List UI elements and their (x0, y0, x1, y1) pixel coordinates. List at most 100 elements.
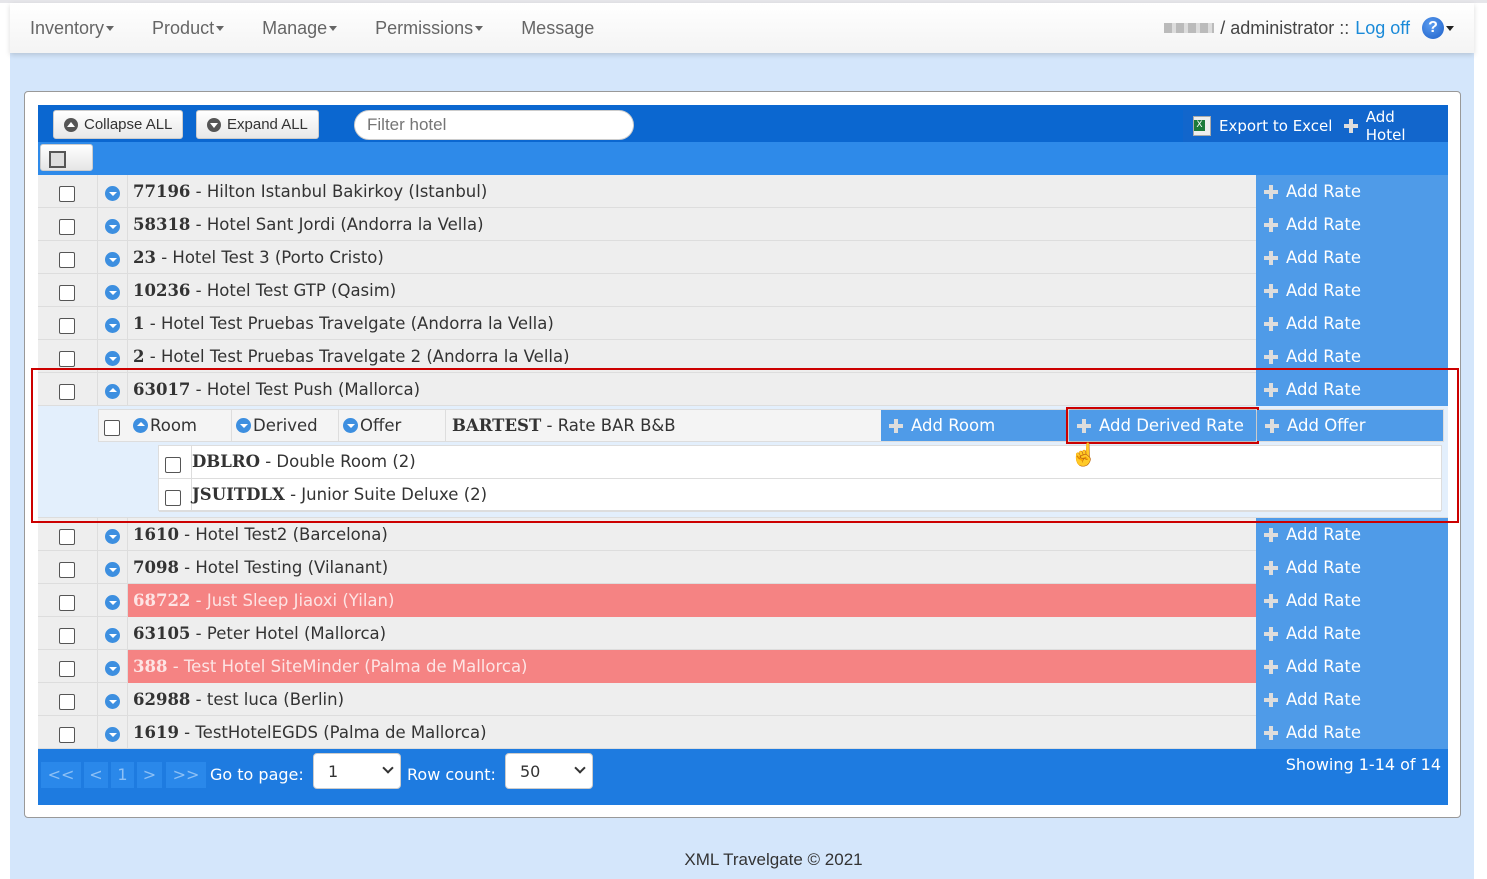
page-number[interactable]: 1 (111, 762, 134, 788)
add-hotel-label: Add Hotel (1365, 108, 1406, 144)
expand-icon[interactable] (105, 186, 120, 201)
hotel-checkbox[interactable] (59, 219, 75, 235)
checkbox-cell (38, 617, 98, 650)
expand-icon[interactable] (105, 351, 120, 366)
goto-page-select[interactable]: 1 (313, 753, 401, 789)
hotel-checkbox[interactable] (59, 186, 75, 202)
export-excel-button[interactable]: Export to Excel (1183, 110, 1343, 142)
select-all-checkbox[interactable] (40, 144, 93, 171)
plus-icon (1264, 283, 1278, 298)
add-rate-label: Add Rate (1286, 314, 1362, 333)
add-rate-button[interactable]: Add Rate (1256, 551, 1448, 584)
add-rate-button[interactable]: Add Rate (1256, 274, 1448, 307)
toggle-cell (98, 175, 128, 208)
nav-label: Inventory (30, 17, 105, 38)
checkbox-cell (38, 584, 98, 617)
plus-icon (1264, 725, 1278, 740)
hotel-checkbox[interactable] (59, 595, 75, 611)
nav-permissions[interactable]: Permissions (375, 17, 484, 39)
last-page-button[interactable]: >> (166, 762, 206, 788)
nav-label: Permissions (375, 17, 474, 38)
hotel-code: 2 (133, 347, 145, 366)
filter-hotel-input[interactable] (354, 110, 634, 140)
rowcount-label: Row count: (407, 765, 496, 784)
add-rate-button[interactable]: Add Rate (1256, 650, 1448, 683)
add-rate-button[interactable]: Add Rate (1256, 683, 1448, 716)
add-hotel-button[interactable]: Add Hotel (1334, 108, 1448, 144)
hotel-label: 1619 - TestHotelEGDS (Palma de Mallorca) (133, 723, 487, 742)
add-rate-label: Add Rate (1286, 558, 1362, 577)
nav-manage[interactable]: Manage (262, 18, 338, 39)
nav-product[interactable]: Product (152, 17, 225, 39)
collapse-all-button[interactable]: Collapse ALL (53, 110, 184, 139)
hotel-name: Test Hotel SiteMinder (Palma de Mallorca… (183, 657, 528, 676)
expand-icon[interactable] (105, 252, 120, 267)
hotel-label: 62988 - test luca (Berlin) (133, 690, 345, 709)
hotel-label: 1 - Hotel Test Pruebas Travelgate (Andor… (133, 314, 554, 333)
help-caret-icon[interactable] (1446, 25, 1454, 31)
logoff-link[interactable]: Log off (1355, 18, 1410, 39)
hotel-checkbox[interactable] (59, 694, 75, 710)
caret-down-icon (216, 26, 225, 32)
add-rate-button[interactable]: Add Rate (1256, 584, 1448, 617)
hotel-checkbox[interactable] (59, 529, 75, 545)
blurred-username (1164, 23, 1215, 33)
nav-message[interactable]: Message (521, 18, 594, 39)
hotel-code: 1619 (133, 723, 179, 742)
toggle-cell (98, 208, 128, 241)
hotel-label: 388 - Test Hotel SiteMinder (Palma de Ma… (128, 650, 1256, 683)
add-rate-button[interactable]: Add Rate (1256, 241, 1448, 274)
plus-icon (1264, 626, 1278, 641)
nav-label: Product (152, 17, 215, 38)
rowcount-select[interactable]: 50 (505, 753, 593, 789)
hotel-checkbox[interactable] (59, 351, 75, 367)
expand-icon[interactable] (105, 595, 120, 610)
expand-icon[interactable] (105, 727, 120, 742)
hotel-checkbox[interactable] (59, 252, 75, 268)
expand-icon[interactable] (105, 219, 120, 234)
add-rate-button[interactable]: Add Rate (1256, 716, 1448, 749)
expand-all-button[interactable]: Expand ALL (196, 110, 319, 139)
hotel-name: Hotel Test Pruebas Travelgate (Andorra l… (160, 314, 554, 333)
expand-icon[interactable] (105, 661, 120, 676)
expand-icon[interactable] (105, 694, 120, 709)
add-rate-button[interactable]: Add Rate (1256, 307, 1448, 340)
hotel-label: 7098 - Hotel Testing (Vilanant) (133, 558, 389, 577)
expand-icon[interactable] (105, 285, 120, 300)
hotel-label: 58318 - Hotel Sant Jordi (Andorra la Vel… (133, 215, 484, 234)
add-rate-label: Add Rate (1286, 591, 1362, 610)
question-circle-icon[interactable]: ? (1422, 17, 1444, 39)
add-rate-button[interactable]: Add Rate (1256, 175, 1448, 208)
next-page-button[interactable]: > (137, 762, 162, 788)
hotel-name: Hotel Test 3 (Porto Cristo) (172, 248, 384, 267)
nav-inventory[interactable]: Inventory (30, 17, 115, 39)
plus-icon (1264, 316, 1278, 331)
export-label: Export to Excel (1219, 117, 1333, 135)
add-rate-button[interactable]: Add Rate (1256, 617, 1448, 650)
plus-icon (1264, 560, 1278, 575)
expand-icon[interactable] (105, 318, 120, 333)
add-rate-button[interactable]: Add Rate (1256, 208, 1448, 241)
toggle-cell (98, 307, 128, 340)
goto-label: Go to page: (210, 765, 304, 784)
add-rate-label: Add Rate (1286, 281, 1362, 300)
hotel-row: 7098 - Hotel Testing (Vilanant) Add Rate (38, 551, 1448, 584)
prev-page-button[interactable]: < (84, 762, 108, 788)
hotel-checkbox[interactable] (59, 628, 75, 644)
expand-icon[interactable] (105, 562, 120, 577)
hotel-checkbox[interactable] (59, 661, 75, 677)
hotel-checkbox[interactable] (59, 285, 75, 301)
hotel-checkbox[interactable] (59, 562, 75, 578)
collapse-icon (64, 117, 78, 132)
copyright: XML Travelgate © 2021 (684, 850, 863, 869)
hotel-checkbox[interactable] (59, 318, 75, 334)
hotel-code: 23 (133, 248, 156, 267)
expand-icon[interactable] (105, 529, 120, 544)
hotel-name: Hotel Testing (Vilanant) (195, 558, 389, 577)
first-page-button[interactable]: << (41, 762, 81, 788)
hotel-checkbox[interactable] (59, 727, 75, 743)
annotation-highlight-box (31, 368, 1459, 523)
hotel-row: 1 - Hotel Test Pruebas Travelgate (Andor… (38, 307, 1448, 340)
expand-icon[interactable] (105, 628, 120, 643)
checkbox-cell (38, 716, 98, 749)
